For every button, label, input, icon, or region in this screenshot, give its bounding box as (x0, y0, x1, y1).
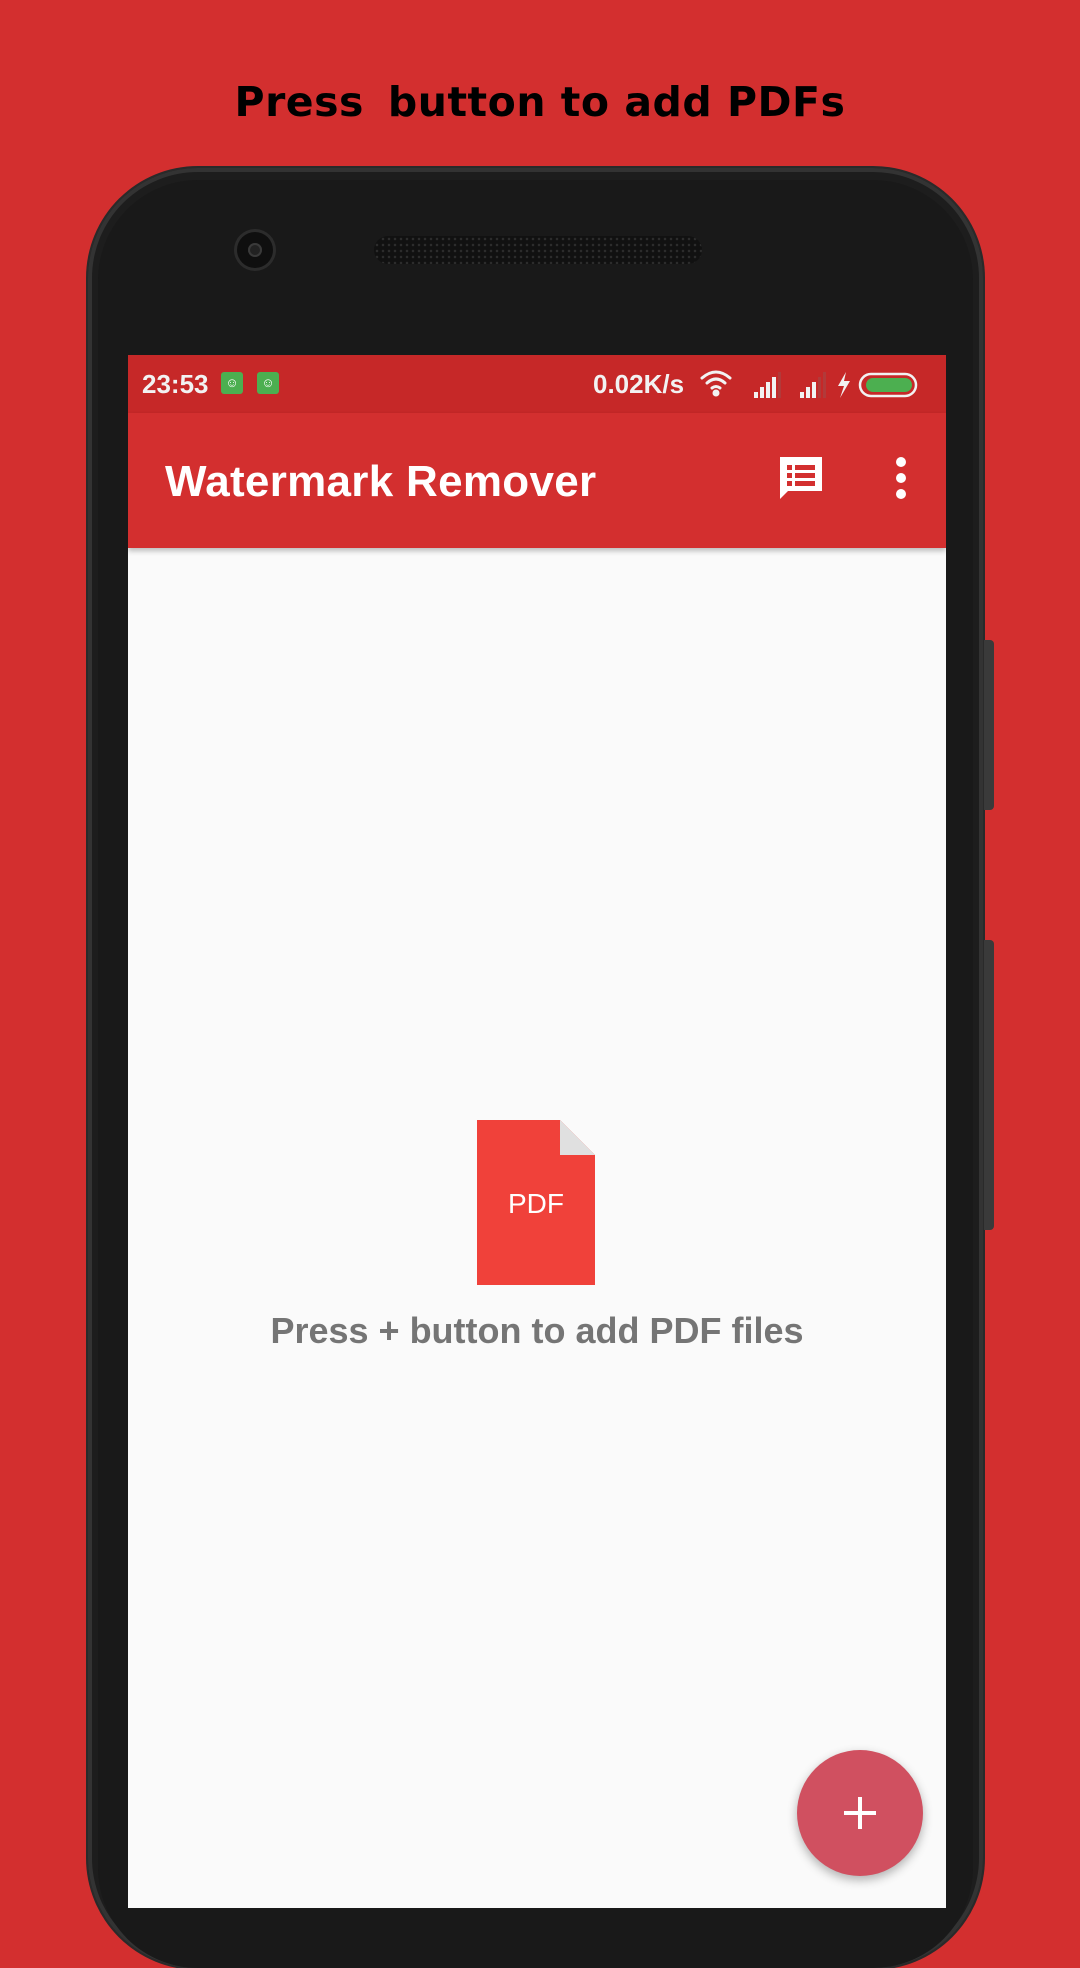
signal-icon (800, 372, 826, 398)
app-toolbar: Watermark Remover (128, 413, 946, 548)
headline-part2: button to add PDFs (387, 78, 846, 126)
network-speed: 0.02K/s (593, 369, 685, 399)
phone-volume-button (984, 640, 994, 810)
phone-speaker (374, 236, 702, 264)
more-vert-icon[interactable] (886, 453, 916, 503)
add-pdf-fab[interactable] (797, 1750, 923, 1876)
phone-screen: 23:53 ☺ ☺ 0.02K/s Watermark Remover PDF … (128, 355, 946, 1908)
pdf-icon-label: PDF (508, 1188, 564, 1219)
battery-icon (858, 372, 918, 398)
android-notification-icon: ☺ (221, 372, 243, 394)
phone-power-button (984, 940, 994, 1230)
signal-icon (754, 372, 781, 398)
feedback-icon[interactable] (776, 453, 826, 503)
empty-state-message: Press + button to add PDF files (270, 1310, 804, 1351)
app-title: Watermark Remover (165, 457, 597, 506)
front-camera (237, 232, 273, 268)
empty-state: PDF Press + button to add PDF files (128, 1120, 946, 1352)
charging-icon (838, 372, 850, 398)
status-icons (700, 370, 918, 398)
android-notification-icon: ☺ (257, 372, 279, 394)
wifi-icon (700, 370, 732, 397)
pdf-file-icon: PDF (477, 1120, 597, 1285)
promo-headline: Press button to add PDFs (0, 78, 1080, 126)
add-icon (844, 1797, 876, 1829)
status-bar: 23:53 ☺ ☺ 0.02K/s (128, 355, 946, 413)
status-time: 23:53 (142, 369, 209, 399)
headline-part1: Press (234, 78, 364, 126)
